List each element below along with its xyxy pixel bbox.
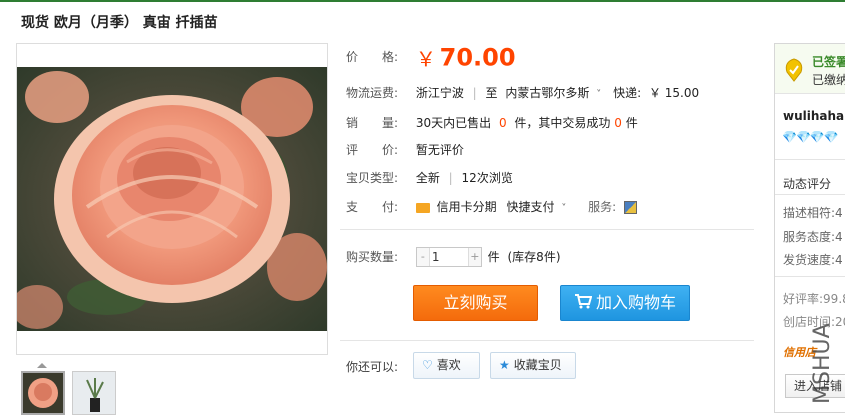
dynamic-rating-title: 动态评分	[783, 177, 832, 191]
section-divider	[340, 340, 754, 341]
payment-label: 支 付:	[346, 200, 399, 214]
quantity-increase-button[interactable]: +	[467, 248, 481, 266]
thumbnail-pointer	[37, 363, 47, 368]
star-icon: ★	[499, 358, 510, 372]
item-condition: 全新	[415, 171, 440, 185]
main-image-frame[interactable]	[16, 43, 328, 355]
item-type-row: 宝贝类型: 全新 | 12次浏览	[346, 169, 513, 186]
installment-link[interactable]: 信用卡分期	[437, 200, 497, 214]
thumbnail-2[interactable]	[72, 371, 116, 415]
payment-row: 支 付: 信用卡分期 快捷支付 ˅ 服务:	[346, 198, 638, 215]
express-fee: ￥ 15.00	[648, 86, 700, 100]
quantity-decrease-button[interactable]: -	[416, 248, 430, 266]
price-value: 70.00	[439, 43, 516, 72]
credit-card-icon	[415, 202, 430, 213]
review-value[interactable]: 暂无评价	[416, 143, 464, 157]
item-type-label: 宝贝类型:	[346, 171, 399, 185]
deposit-label: 已缴纳	[812, 73, 845, 87]
diamond-rating-icon: 💎💎💎💎	[782, 130, 839, 144]
cart-icon	[574, 287, 593, 321]
ship-from: 浙江宁波	[415, 86, 464, 100]
top-accent-line	[0, 0, 845, 2]
chevron-down-icon[interactable]: ˅	[596, 89, 601, 100]
service-label: 服务:	[588, 200, 617, 214]
quickpay-link[interactable]: 快捷支付	[507, 200, 555, 214]
seller-divider	[775, 276, 845, 277]
rose-product-image[interactable]	[17, 67, 327, 331]
view-count: 12次浏览	[461, 171, 513, 185]
review-label: 评 价:	[346, 143, 399, 157]
thumbnail-1[interactable]	[21, 371, 65, 415]
quantity-input[interactable]: 1	[432, 248, 440, 267]
quantity-stepper[interactable]: - 1 +	[415, 247, 482, 267]
buy-now-button[interactable]: 立刻购买	[413, 285, 538, 321]
guarantee-badge-icon	[783, 58, 805, 82]
express-label: 快递:	[613, 86, 642, 100]
quantity-unit: 件	[487, 249, 500, 264]
shipping-label: 物流运费:	[346, 86, 399, 100]
ship-to-prefix: 至	[485, 86, 498, 100]
ship-separator: |	[472, 86, 477, 100]
chevron-down-icon[interactable]: ˅	[561, 203, 566, 214]
review-row: 评 价: 暂无评价	[346, 141, 464, 158]
favorite-item-button[interactable]: ★ 收藏宝贝	[490, 352, 576, 379]
service-guarantee-icon[interactable]	[624, 201, 638, 214]
sales-label: 销 量:	[346, 116, 399, 130]
ship-speed-score: 发货速度:4	[783, 253, 843, 267]
sales-suffix: 件	[625, 116, 638, 130]
like-button[interactable]: ♡ 喜欢	[413, 352, 480, 379]
also-label: 你还可以:	[346, 360, 399, 374]
watermark: MSHUA	[807, 296, 837, 406]
add-to-cart-button[interactable]: 加入购物车	[560, 285, 690, 321]
desc-match-score: 描述相符:4	[783, 206, 843, 220]
favorite-label: 收藏宝贝	[513, 358, 562, 372]
seller-divider	[775, 159, 845, 160]
item-type-separator: |	[448, 171, 453, 185]
signed-label: 已签署	[812, 55, 845, 69]
section-divider	[340, 229, 754, 230]
sales-row: 销 量: 30天内已售出 0 件，其中交易成功 0 件	[346, 114, 638, 131]
shipping-row: 物流运费: 浙江宁波 | 至 内蒙古鄂尔多斯 ˅ 快递: ￥ 15.00	[346, 84, 699, 101]
seller-name[interactable]: wulihaha	[783, 109, 844, 123]
heart-icon: ♡	[422, 358, 433, 372]
stock-text: (库存8件)	[507, 249, 561, 264]
seller-divider	[775, 194, 845, 195]
quantity-row: 购买数量: - 1 + 件 (库存8件)	[346, 247, 561, 267]
sales-mid: 件，其中交易成功	[514, 116, 611, 130]
success-count: 0	[614, 116, 622, 130]
price-label: 价 格:	[346, 50, 399, 64]
currency-symbol: ￥	[415, 47, 436, 71]
like-label: 喜欢	[436, 358, 461, 372]
sold-count: 0	[498, 116, 507, 130]
sales-prefix: 30天内已售出	[415, 116, 492, 130]
quantity-label: 购买数量:	[346, 249, 399, 264]
svg-text:MSHUA: MSHUA	[810, 323, 835, 404]
ship-to-dropdown[interactable]: 内蒙古鄂尔多斯	[505, 86, 589, 100]
item-title: 现货 欧月（月季） 真宙 扦插苗	[21, 15, 218, 31]
add-to-cart-label: 加入购物车	[595, 293, 676, 312]
service-attitude-score: 服务态度:4	[783, 230, 843, 244]
price-row: 价 格: ￥ 70.00	[346, 43, 516, 72]
